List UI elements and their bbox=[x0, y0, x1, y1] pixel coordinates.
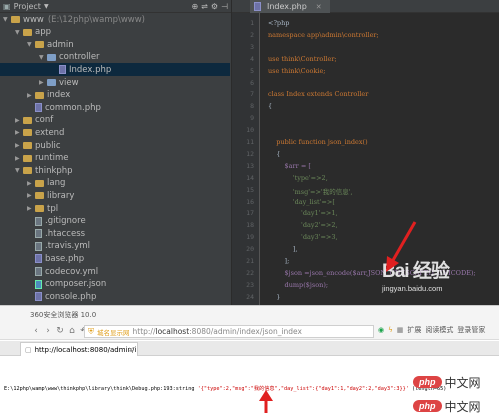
php-badge-label: 中文网 bbox=[445, 398, 481, 415]
php-cn-badge: php 中文网 bbox=[413, 398, 481, 414]
php-cn-badge: php 中文网 bbox=[413, 374, 481, 390]
annotation-arrow bbox=[0, 0, 499, 305]
php-badge-label: 中文网 bbox=[445, 374, 481, 391]
php-badge-logo: php bbox=[413, 376, 442, 388]
php-badge-logo: php bbox=[413, 400, 442, 412]
ide-window: ▣ Project ▼ ⊕ ⇌ ⚙ ⊣ ▼www(E:\12php\wamp\w… bbox=[0, 0, 499, 305]
